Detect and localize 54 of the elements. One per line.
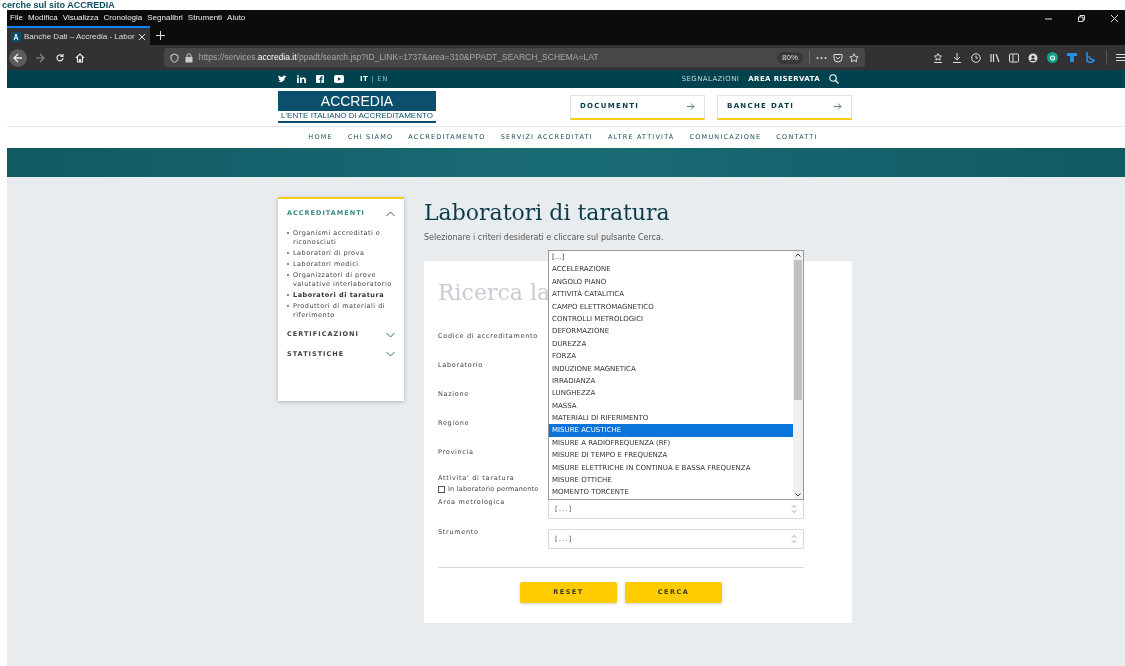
tab-title: Banche Dati – Accredia - Labor (24, 30, 135, 43)
menu-item[interactable]: Aiuto (227, 12, 246, 24)
slide-title: cerche sul sito ACCREDIA (2, 0, 115, 10)
history-icon[interactable] (971, 52, 982, 63)
bookmark-star-icon[interactable] (933, 52, 944, 63)
search-icon[interactable] (829, 74, 839, 84)
youtube-icon[interactable] (334, 75, 344, 83)
scroll-down-icon[interactable] (795, 493, 801, 497)
accredia-logo[interactable]: ACCREDIA L'ENTE ITALIANO DI ACCREDITAMENTO (278, 91, 436, 123)
scroll-thumb[interactable] (794, 260, 802, 400)
lock-icon (184, 52, 193, 63)
home-icon[interactable] (74, 52, 85, 63)
menu-item[interactable]: Segnalibri (147, 12, 183, 24)
checkbox[interactable] (438, 486, 445, 493)
site-favicon-icon (11, 31, 21, 42)
menu-item[interactable]: Cronologia (103, 12, 143, 24)
extension-icon[interactable] (1047, 52, 1059, 63)
twitter-icon[interactable] (278, 75, 287, 83)
library-icon[interactable] (990, 52, 1001, 63)
dropdown-list[interactable] (548, 250, 804, 500)
pocket-icon[interactable] (833, 52, 844, 63)
menu-icon[interactable] (1116, 53, 1125, 62)
menu-item[interactable]: Visualizza (62, 12, 99, 24)
account-icon[interactable] (1028, 52, 1039, 63)
close-icon[interactable] (138, 32, 146, 41)
close-icon[interactable] (1110, 13, 1119, 23)
browser-tab[interactable]: Banche Dati – Accredia - Labor (7, 26, 150, 45)
menu-item[interactable]: File (10, 12, 23, 24)
back-arrow-icon (12, 52, 23, 63)
shield-icon (169, 52, 179, 63)
menu-item[interactable]: Strumenti (187, 12, 223, 24)
star-icon[interactable] (849, 52, 860, 63)
download-icon[interactable] (952, 52, 963, 63)
zoom-badge[interactable]: 80% (777, 51, 804, 64)
facebook-icon[interactable] (316, 75, 324, 83)
url-text: https://services.accredia.it/ppadt/search.jsp?ID_LINK=1737&area=310&PPADT_SEARCH_SCHEMA=LAT (198, 51, 600, 64)
arrow-icon (687, 103, 695, 110)
menu-item[interactable]: Modifica (27, 12, 58, 24)
restore-icon[interactable] (1077, 13, 1086, 23)
back-button[interactable] (9, 48, 27, 67)
sidebar-icon[interactable] (1009, 52, 1020, 63)
arrow-icon (834, 103, 842, 110)
forward-icon[interactable] (34, 52, 45, 63)
page-title: Laboratori di taratura (424, 199, 671, 227)
scroll-up-icon[interactable] (795, 253, 801, 257)
spinner-icon (791, 504, 797, 514)
reload-icon[interactable] (54, 52, 65, 63)
more-icon[interactable] (816, 55, 828, 60)
scrollbar[interactable] (793, 251, 803, 499)
new-tab-icon[interactable] (156, 31, 165, 40)
address-bar[interactable]: https://services.accredia.it/ppadt/search.jsp?ID_LINK=1737&area=310&PPADT_SEARCH_SCHEMA=LAT 80% (163, 48, 866, 67)
linkedin-icon[interactable] (297, 75, 306, 83)
instructions-text: Selezionare i criteri desiderati e cliccare sul pulsante Cerca. (424, 232, 665, 244)
spinner-icon (791, 534, 797, 544)
